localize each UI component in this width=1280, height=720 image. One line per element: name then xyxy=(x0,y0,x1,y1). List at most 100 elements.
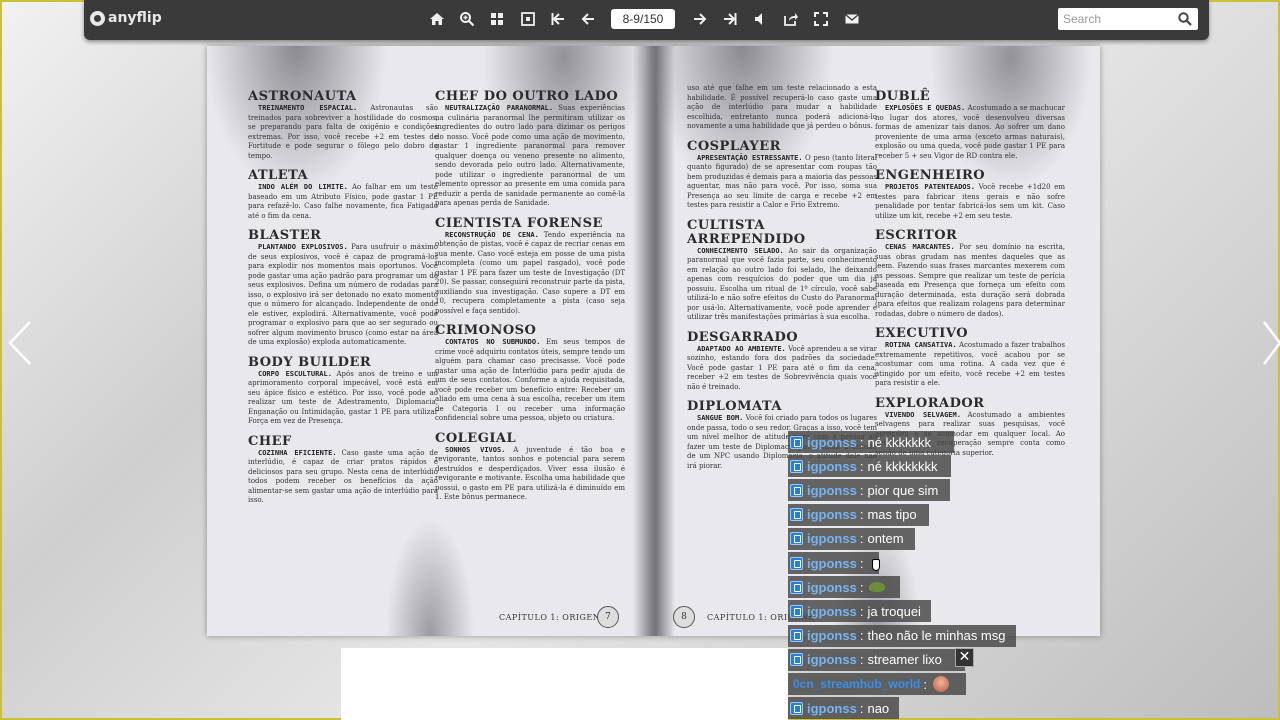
entry-ability-name: CONHECIMENTO SELADO. xyxy=(697,246,784,255)
entry-title: CRIMONOSO xyxy=(435,323,537,338)
entry-text: CENAS MARCANTES. Por seu domínio na escr… xyxy=(875,243,1065,319)
next-page-icon[interactable] xyxy=(691,11,709,29)
chat-badge-icon xyxy=(790,435,803,449)
entry-body: Astronautas são treinados para sobrevive… xyxy=(248,104,438,160)
book-page-left[interactable]: ASTRONAUTA TREINAMENTO ESPACIAL. Astronau… xyxy=(207,46,653,636)
entry-title: ESCRITOR xyxy=(875,228,958,243)
chat-text: ja troquei xyxy=(867,603,921,619)
share-icon[interactable] xyxy=(782,11,800,29)
chat-text: né kkkkkkk xyxy=(867,434,932,450)
entry-body: Para usufruir o máximo de seus explosivo… xyxy=(248,243,438,346)
last-page-icon[interactable] xyxy=(721,11,739,29)
entry-ability-name: CENAS MARCANTES. xyxy=(885,243,955,251)
chat-username[interactable]: igponss xyxy=(807,580,857,595)
previous-page-icon[interactable] xyxy=(579,11,597,29)
entry-title: BLASTER xyxy=(248,228,322,243)
entry-ability-name: ADAPTADO AO AMBIENTE. xyxy=(697,344,786,353)
chat-overlay: igponss: né kkkkkkk igponss: né kkkkkkkk igp… xyxy=(788,430,1280,720)
entry-body: Suas experiências na culinária paranorma… xyxy=(435,104,626,207)
top-toolbar: anyflip xyxy=(84,0,1209,40)
entry-title: CHEF DO OUTRO LADO xyxy=(435,89,619,104)
single-page-icon[interactable] xyxy=(519,11,537,29)
chat-username[interactable]: igponss xyxy=(807,701,857,716)
chat-username[interactable]: igponss xyxy=(807,435,857,450)
entry-title: DESGARRADO xyxy=(687,329,799,345)
fullscreen-icon[interactable] xyxy=(812,11,830,29)
face-emote-icon xyxy=(933,676,949,692)
chat-message: igponss: xyxy=(788,552,879,574)
close-icon[interactable]: ✕ xyxy=(955,648,974,667)
home-icon[interactable] xyxy=(428,11,446,29)
chat-username[interactable]: igponss xyxy=(807,652,857,667)
thumbnails-icon[interactable] xyxy=(488,11,506,29)
chat-message: igponss: xyxy=(788,576,900,599)
chat-text: né kkkkkkkk xyxy=(867,458,938,474)
sound-icon[interactable] xyxy=(751,11,769,29)
entry-text: uso até que falhe em um teste relacionad… xyxy=(687,84,877,132)
chat-message: igponss: pior que sim xyxy=(788,479,950,502)
page-footer: CAPÍTULO 1: ORIGENS xyxy=(499,613,607,622)
chat-separator: : xyxy=(859,628,864,644)
chat-text: ontem xyxy=(867,531,904,547)
entry-text: NEUTRALIZAÇÃO PARANORMAL. Suas experiênc… xyxy=(435,104,625,209)
entry-text: INDO ALÉM DO LIMITE. Ao falhar em um tes… xyxy=(248,183,438,221)
chat-text: streamer lixo xyxy=(867,652,942,668)
search-icon[interactable] xyxy=(1177,11,1193,27)
next-page-arrow-icon[interactable] xyxy=(1258,318,1280,368)
entry-body: Em seus tempos de crime você adquiriu co… xyxy=(435,338,625,422)
entry-text: CONTATOS NO SUBMUNDO. Em seus tempos de … xyxy=(435,338,625,424)
entry-title: ATLETA xyxy=(248,168,309,183)
chat-separator: : xyxy=(859,700,864,716)
chat-message: igponss: ontem xyxy=(788,527,915,550)
chat-message: igponss: mas tipo xyxy=(788,503,929,526)
page-number: 8 xyxy=(673,606,695,628)
entry-title: DIPLOMATA xyxy=(687,399,782,414)
chat-username[interactable]: igponss xyxy=(807,483,857,498)
entry-text: PROJETOS PATENTEADOS. Você recebe +1d20 … xyxy=(875,183,1065,221)
entry-title: DUBLÊ xyxy=(875,89,931,104)
entry-ability-name: CORPO ESCULTURAL. xyxy=(258,369,332,378)
chat-badge-icon xyxy=(790,508,803,522)
chat-username[interactable]: 0cn_streamhub_world xyxy=(793,677,920,691)
logo-text: anyflip xyxy=(108,10,162,26)
page-number-input[interactable] xyxy=(611,9,675,29)
entry-title: EXPLORADOR xyxy=(875,395,985,411)
chat-text: theo não le minhas msg xyxy=(867,628,1006,644)
chat-username[interactable]: igponss xyxy=(807,604,857,619)
frog-emote-icon xyxy=(869,582,886,593)
entry-ability-name: NEUTRALIZAÇÃO PARANORMAL. xyxy=(445,104,554,112)
entry-text: CORPO ESCULTURAL. Após anos de treino e … xyxy=(248,370,438,427)
chat-username[interactable]: igponss xyxy=(807,507,857,522)
entry-body: uso até que falhe em um teste relacionad… xyxy=(687,84,877,130)
entry-ability-name: ROTINA CANSATIVA. xyxy=(885,341,957,349)
entry-title: CHEF xyxy=(248,433,292,449)
chat-separator: : xyxy=(859,507,864,523)
chat-username[interactable]: igponss xyxy=(807,531,857,546)
entry-text: ADAPTADO AO AMBIENTE. Você aprendeu a se… xyxy=(687,345,877,393)
chat-message: igponss: streamer lixo xyxy=(788,648,965,671)
chat-badge-icon xyxy=(790,629,803,643)
chat-badge-icon xyxy=(790,653,803,667)
entry-ability-name: PLANTANDO EXPLOSIVOS. xyxy=(258,243,348,251)
first-page-icon[interactable] xyxy=(549,11,567,29)
entry-text: PLANTANDO EXPLOSIVOS. Para usufruir o má… xyxy=(248,243,438,348)
entry-text: APRESENTAÇÃO ESTRESSANTE. O peso (tanto … xyxy=(687,154,877,211)
chat-username[interactable]: igponss xyxy=(807,628,857,643)
entry-ability-name: VIVENDO SELVAGEM. xyxy=(885,410,961,419)
right-page-column-1: uso até que falhe em um teste relacionad… xyxy=(687,84,877,479)
chat-username[interactable]: igponss xyxy=(807,556,857,571)
entry-text: RECONSTRUÇÃO DE CENA. Tendo experiência … xyxy=(435,231,625,317)
entry-text: ROTINA CANSATIVA. Acostumado a fazer tra… xyxy=(875,341,1065,389)
entry-text: CONHECIMENTO SELADO. Ao sair da organiza… xyxy=(687,247,877,323)
chat-separator: : xyxy=(859,555,864,571)
chat-badge-icon xyxy=(790,483,803,497)
chat-username[interactable]: igponss xyxy=(807,459,857,474)
entry-ability-name: COZINHA EFICIENTE. xyxy=(258,448,337,457)
email-icon[interactable] xyxy=(843,11,861,29)
chat-separator: : xyxy=(859,458,864,474)
blank-panel xyxy=(341,648,788,720)
previous-page-arrow-icon[interactable] xyxy=(6,318,36,368)
entry-ability-name: RECONSTRUÇÃO DE CENA. xyxy=(445,230,539,239)
anyflip-logo[interactable]: anyflip xyxy=(90,10,162,26)
zoom-in-icon[interactable] xyxy=(458,11,476,29)
